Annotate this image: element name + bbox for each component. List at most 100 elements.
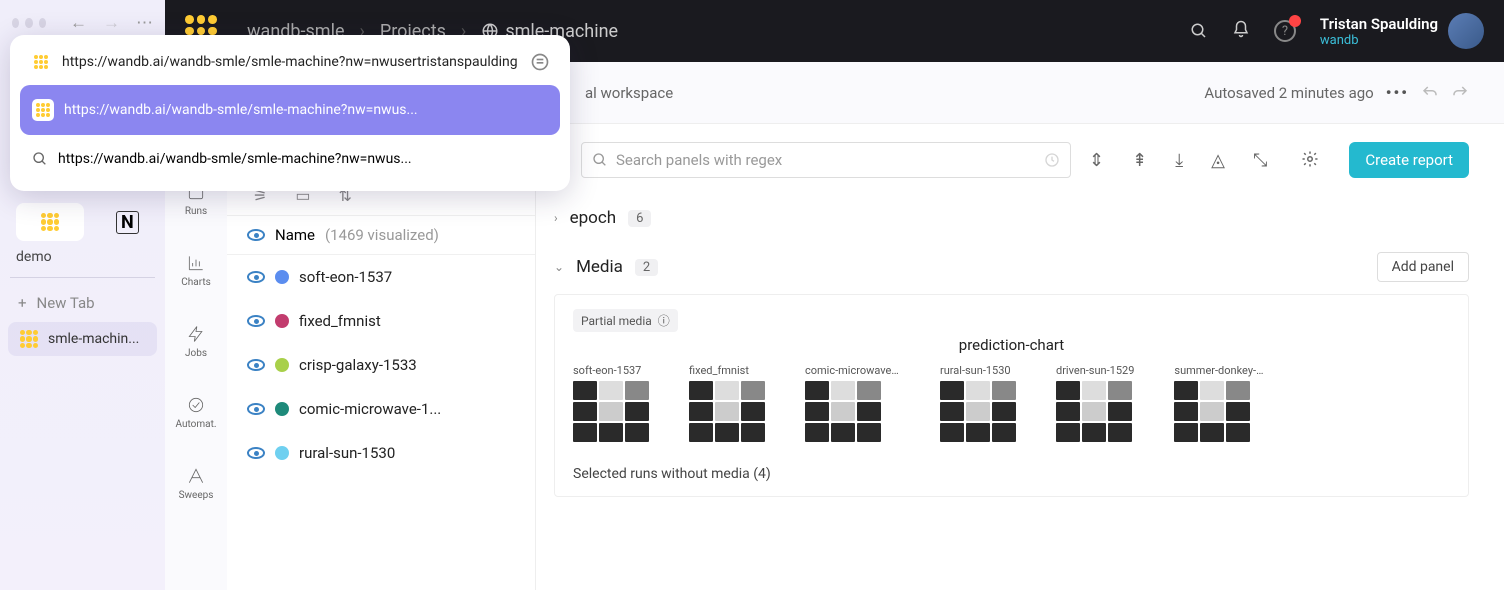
url-suggestion-2[interactable]: https://wandb.ai/wandb-smle/smle-machine… — [20, 137, 560, 181]
thumb-label: summer-donkey-1... — [1174, 364, 1269, 377]
run-row[interactable]: fixed_fmnist — [227, 299, 535, 343]
undo-icon[interactable] — [1421, 84, 1439, 102]
search-placeholder: Search panels with regex — [616, 151, 782, 169]
thumb-grid — [573, 381, 649, 442]
more-icon[interactable]: ••• — [1386, 83, 1409, 102]
collapse-icon[interactable]: ⇞ — [1132, 150, 1147, 171]
url-suggestion-1[interactable]: https://wandb.ai/wandb-smle/smle-machine… — [20, 85, 560, 135]
info-icon[interactable]: ⓘ — [658, 312, 670, 329]
run-row[interactable]: comic-microwave-1... — [227, 387, 535, 431]
media-count: 2 — [635, 259, 658, 276]
tool-row: Search panels with regex ⇕ ⇞ ⤓ ◬ ⤡ Creat… — [536, 124, 1504, 196]
visualized-count: (1469 visualized) — [325, 226, 439, 244]
space-notion-icon[interactable]: N — [116, 211, 139, 234]
eye-icon[interactable] — [247, 447, 265, 459]
eye-icon[interactable] — [247, 271, 265, 283]
add-panel-button[interactable]: Add panel — [1377, 252, 1469, 282]
redo-icon[interactable] — [1451, 84, 1469, 102]
run-color-dot — [275, 358, 289, 372]
thumb-column[interactable]: soft-eon-1537 — [573, 364, 649, 442]
run-name: fixed_fmnist — [299, 312, 381, 330]
thumb-column[interactable]: summer-donkey-1... — [1174, 364, 1269, 442]
eye-icon[interactable] — [247, 315, 265, 327]
thumb-grid — [1174, 381, 1250, 442]
runs-panel: Search runs .* ⚞ ▭ ⇅ Name (1469 visualiz… — [227, 124, 536, 590]
thumb-grid — [1056, 381, 1132, 442]
user-org: wandb — [1320, 33, 1438, 48]
search-icon — [592, 152, 608, 168]
nav-charts[interactable]: Charts — [165, 253, 227, 288]
expand-vertical-icon[interactable]: ⇕ — [1089, 150, 1104, 171]
thumb-column[interactable]: rural-sun-1530 — [940, 364, 1016, 442]
thumb-column[interactable]: fixed_fmnist — [689, 364, 765, 442]
site-favicon — [30, 51, 52, 73]
site-settings-icon[interactable] — [530, 52, 550, 72]
thumb-grid — [805, 381, 881, 442]
epoch-count: 6 — [628, 210, 651, 227]
section-epoch[interactable]: › epoch 6 — [554, 196, 1469, 240]
chevron-down-icon: ⌄ — [554, 260, 564, 274]
plus-icon: + — [18, 294, 27, 312]
url-input[interactable]: https://wandb.ai/wandb-smle/smle-machine… — [62, 54, 520, 70]
eye-icon[interactable] — [247, 229, 265, 241]
nav-sweeps[interactable]: Sweeps — [165, 466, 227, 501]
run-name: rural-sun-1530 — [299, 444, 395, 462]
tab-label: smle-machin... — [48, 331, 139, 347]
fullscreen-icon[interactable]: ⤡ — [1253, 150, 1267, 171]
user-menu[interactable]: Tristan Spaulding wandb — [1320, 13, 1484, 49]
url-bar-popup: https://wandb.ai/wandb-smle/smle-machine… — [10, 35, 570, 191]
tab-smle-machine[interactable]: smle-machin... — [8, 322, 157, 356]
run-name: crisp-galaxy-1533 — [299, 356, 417, 374]
back-icon[interactable]: ← — [70, 13, 87, 33]
nav-jobs[interactable]: Jobs — [165, 324, 227, 359]
thumb-grid — [689, 381, 765, 442]
window-max[interactable] — [39, 18, 46, 28]
run-color-dot — [275, 270, 289, 284]
search-icon[interactable] — [1190, 22, 1208, 40]
iron-icon[interactable]: ◬ — [1211, 150, 1225, 171]
thumb-label: rural-sun-1530 — [940, 364, 1011, 377]
media-panel: Partial media ⓘ prediction-chart soft-eo… — [554, 294, 1469, 497]
run-name: comic-microwave-1... — [299, 400, 441, 418]
run-row[interactable]: soft-eon-1537 — [227, 255, 535, 299]
thumb-label: fixed_fmnist — [689, 364, 749, 377]
run-color-dot — [275, 402, 289, 416]
thumb-column[interactable]: driven-sun-1529 — [1056, 364, 1134, 442]
name-col-label: Name — [275, 226, 315, 244]
forward-icon[interactable]: → — [103, 13, 120, 33]
download-icon[interactable]: ⤓ — [1175, 150, 1183, 171]
window-min[interactable] — [25, 18, 32, 28]
notifications-icon[interactable] — [1232, 20, 1250, 42]
create-report-button[interactable]: Create report — [1349, 142, 1469, 178]
avatar[interactable] — [1448, 13, 1484, 49]
search-icon — [32, 151, 48, 167]
run-row[interactable]: crisp-galaxy-1533 — [227, 343, 535, 387]
nav-automat[interactable]: Automat. — [165, 395, 227, 430]
chevron-right-icon: › — [554, 211, 558, 225]
browser-menu-icon[interactable]: ⋯ — [136, 13, 153, 33]
thumb-grid — [940, 381, 1016, 442]
help-badge — [1289, 15, 1301, 27]
runs-without-media: Selected runs without media (4) — [573, 466, 1450, 482]
new-tab-button[interactable]: +New Tab — [0, 286, 165, 320]
workspace-label: al workspace — [585, 84, 673, 102]
recent-icon[interactable] — [1044, 152, 1060, 168]
space-wandb[interactable] — [16, 203, 84, 241]
thumb-column[interactable]: comic-microwave-... — [805, 364, 900, 442]
runs-header: Name (1469 visualized) — [227, 215, 535, 255]
gear-icon[interactable] — [1301, 150, 1319, 168]
thumb-label: comic-microwave-... — [805, 364, 900, 377]
run-name: soft-eon-1537 — [299, 268, 392, 286]
search-panels-input[interactable]: Search panels with regex — [581, 142, 1071, 178]
space-label: demo — [0, 241, 165, 273]
section-media[interactable]: ⌄ Media 2 Add panel — [554, 240, 1469, 294]
window-close[interactable] — [12, 18, 19, 28]
thumb-label: driven-sun-1529 — [1056, 364, 1134, 377]
help-icon[interactable]: ? — [1274, 20, 1296, 42]
chart-title: prediction-chart — [573, 336, 1450, 354]
eye-icon[interactable] — [247, 403, 265, 415]
thumb-label: soft-eon-1537 — [573, 364, 641, 377]
run-color-dot — [275, 446, 289, 460]
eye-icon[interactable] — [247, 359, 265, 371]
run-row[interactable]: rural-sun-1530 — [227, 431, 535, 475]
